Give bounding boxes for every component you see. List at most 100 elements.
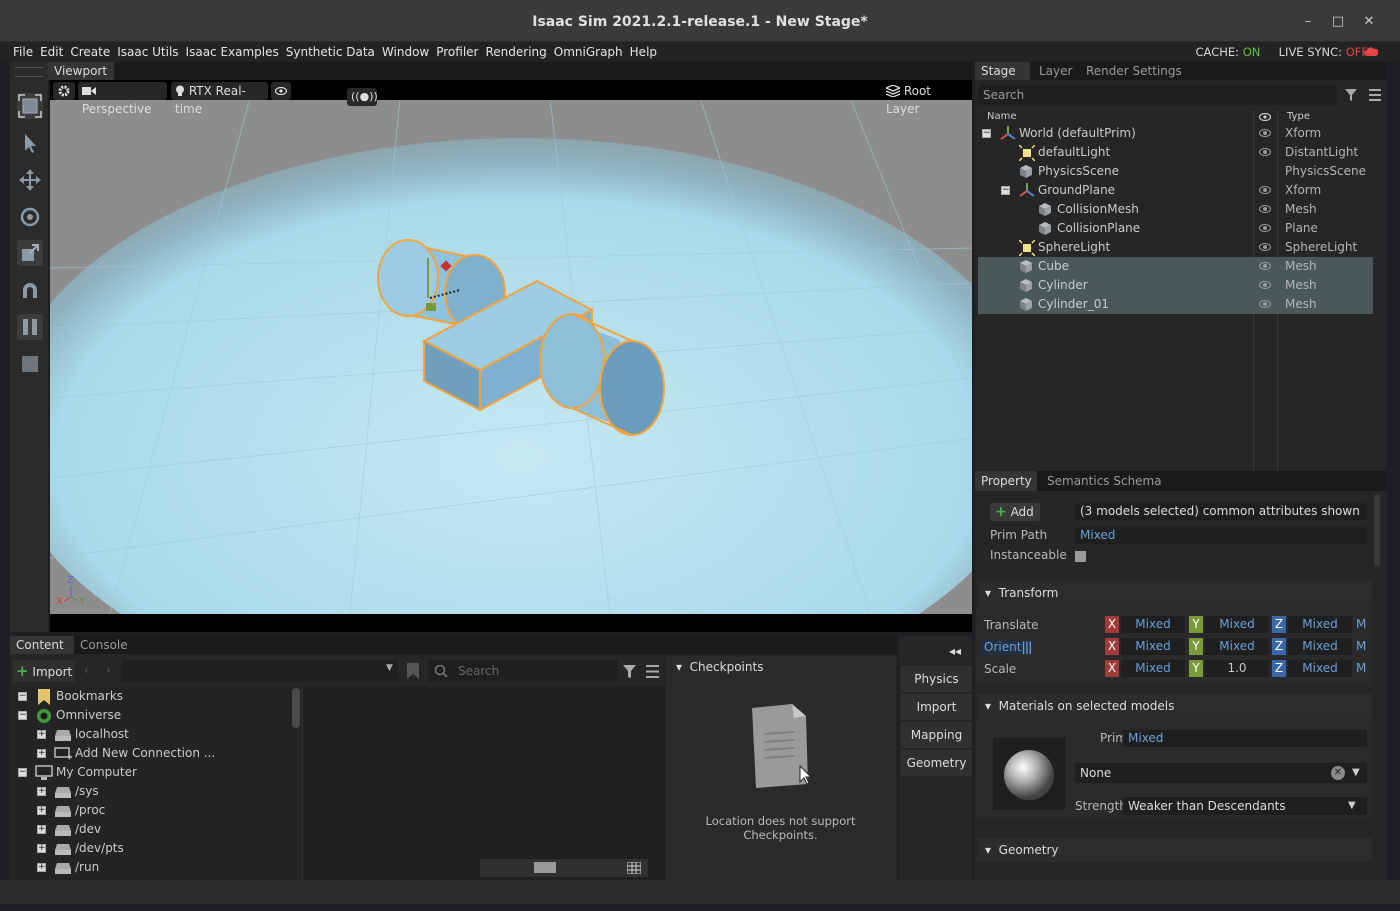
collapse-toggle-icon[interactable]: + [37, 787, 46, 796]
menu-window[interactable]: Window [379, 42, 433, 62]
collapse-toggle-icon[interactable]: − [18, 692, 27, 701]
chevron-down-icon[interactable]: ▼ [386, 663, 393, 673]
menu-isaac-utils[interactable]: Isaac Utils [114, 42, 182, 62]
orient-mixed-marker[interactable]: M [1356, 638, 1366, 655]
stage-row-physicsscene[interactable]: PhysicsScene PhysicsScene [978, 162, 1373, 181]
stage-row-world-defaultprim[interactable]: − World (defaultPrim) Xform [978, 124, 1373, 143]
content-tree-item[interactable]: + localhost [10, 725, 290, 744]
visibility-eye-icon[interactable] [1259, 300, 1271, 308]
cache-value[interactable]: ON [1243, 45, 1261, 59]
material-prim-field[interactable]: Mixed [1123, 730, 1367, 747]
menu-profiler[interactable]: Profiler [433, 42, 482, 62]
collapse-toggle-icon[interactable]: − [982, 129, 991, 138]
tab-stage[interactable]: Stage [975, 62, 1030, 80]
visibility-eye-icon[interactable] [1259, 205, 1271, 213]
visibility-eye-icon[interactable] [1259, 243, 1271, 251]
collapse-toggle-icon[interactable]: − [1001, 186, 1010, 195]
tab-semantics-schema-editor[interactable]: Semantics Schema Editor [1041, 471, 1183, 508]
translate-mixed-marker[interactable]: M [1356, 616, 1366, 633]
strength-select[interactable]: Weaker than Descendants ▼ [1123, 797, 1367, 815]
stage-row-spherelight[interactable]: SphereLight SphereLight [978, 238, 1373, 257]
import-button[interactable]: + Import [13, 660, 75, 682]
content-tree-item[interactable]: + /dev [10, 820, 290, 839]
close-button[interactable]: ✕ [1359, 12, 1379, 32]
grip-handle[interactable] [15, 67, 43, 77]
stage-search-input[interactable]: Search [978, 85, 1337, 105]
collapse-toggle-icon[interactable]: + [37, 825, 46, 834]
materials-section-header[interactable]: ▾ Materials on selected models [977, 694, 1372, 718]
prim-path-field[interactable]: Mixed [1075, 527, 1367, 544]
content-tree-item[interactable]: + Add New Connection ... [10, 744, 290, 763]
stage-row-cylinder-01[interactable]: Cylinder_01 Mesh [978, 295, 1373, 314]
broadcast-button[interactable]: ((●)) [347, 88, 378, 106]
stage-row-collisionmesh[interactable]: CollisionMesh Mesh [978, 200, 1373, 219]
instanceable-checkbox[interactable] [1075, 551, 1086, 562]
viewport-settings-gear-icon[interactable] [53, 82, 75, 100]
move-tool-icon[interactable] [17, 167, 43, 193]
import-side-button[interactable]: Import [901, 694, 972, 720]
collapse-toggle-icon[interactable]: − [18, 711, 27, 720]
content-search-input[interactable]: Search [428, 660, 618, 682]
scale-mixed-marker[interactable]: M [1356, 660, 1366, 677]
back-arrow-icon[interactable]: ‹ [84, 663, 89, 677]
collapse-toggle-icon[interactable]: + [37, 730, 46, 739]
select-mode-icon[interactable] [17, 93, 43, 119]
grid-view-icon[interactable] [627, 862, 641, 874]
property-scrollbar[interactable] [1374, 494, 1380, 566]
viewport[interactable]: Perspective RTX Real-time ((●)) Root Lay… [50, 80, 972, 632]
renderer-dropdown[interactable]: RTX Real-time [171, 82, 268, 116]
mapping-button[interactable]: Mapping [901, 722, 972, 748]
add-button[interactable]: + Add [990, 503, 1040, 521]
filter-icon[interactable] [1345, 89, 1357, 101]
content-tree-item[interactable]: + /dev/pts [10, 839, 290, 858]
scene-render[interactable] [50, 98, 972, 614]
menu-synthetic-data[interactable]: Synthetic Data [283, 42, 379, 62]
cloud-icon[interactable] [1364, 46, 1378, 57]
snap-magnet-icon[interactable] [17, 278, 43, 304]
collapse-panel-icon[interactable]: ◂◂ [949, 644, 961, 658]
tab-content[interactable]: Content [10, 636, 74, 654]
tab-render-settings[interactable]: Render Settings [1080, 62, 1190, 80]
tab-console[interactable]: Console [74, 636, 134, 654]
scale-tool-icon[interactable] [17, 240, 43, 266]
zoom-slider-thumb[interactable] [534, 862, 556, 873]
stage-menu-icon[interactable] [1369, 89, 1381, 101]
bookmark-icon[interactable] [407, 663, 419, 679]
scale-z-field[interactable]: Mixed [1288, 660, 1352, 677]
collapse-toggle-icon[interactable]: + [37, 863, 46, 872]
checkpoints-header[interactable]: ▾ Checkpoints [676, 660, 763, 674]
translate-x-field[interactable]: Mixed [1121, 616, 1185, 633]
translate-y-field[interactable]: Mixed [1205, 616, 1269, 633]
menu-isaac-examples[interactable]: Isaac Examples [183, 42, 283, 62]
visibility-eye-icon[interactable] [1259, 148, 1271, 156]
menu-file[interactable]: File [10, 42, 37, 62]
forward-arrow-icon[interactable]: › [106, 663, 111, 677]
visibility-eye-icon[interactable] [1259, 262, 1271, 270]
maximize-button[interactable]: □ [1328, 12, 1348, 32]
chevron-down-icon[interactable]: ▼ [1348, 797, 1356, 815]
content-tree-item[interactable]: + /sys [10, 782, 290, 801]
pause-icon[interactable] [17, 314, 43, 340]
content-tree-item[interactable]: − My Computer [10, 763, 290, 782]
stage-row-defaultlight[interactable]: defaultLight DistantLight [978, 143, 1373, 162]
visibility-eye-icon[interactable] [271, 82, 291, 100]
menu-help[interactable]: Help [627, 42, 661, 62]
minimize-button[interactable]: – [1298, 12, 1318, 32]
chevron-down-icon[interactable]: ▼ [1352, 763, 1360, 783]
content-tree-item[interactable]: + /run [10, 858, 290, 877]
orient-z-field[interactable]: Mixed [1288, 638, 1352, 655]
stage-row-cube[interactable]: Cube Mesh [978, 257, 1373, 276]
path-input[interactable]: ▼ [122, 660, 398, 682]
pointer-tool-icon[interactable] [17, 130, 43, 156]
camera-dropdown[interactable]: Perspective [78, 82, 167, 116]
translate-z-field[interactable]: Mixed [1288, 616, 1352, 633]
menu-edit[interactable]: Edit [37, 42, 67, 62]
filter-icon[interactable] [623, 665, 636, 678]
root-layer-button[interactable]: Root Layer [882, 82, 968, 116]
tab-viewport[interactable]: Viewport [48, 62, 114, 80]
collapse-toggle-icon[interactable]: + [37, 749, 46, 758]
material-select[interactable]: None ✕ ▼ [1075, 763, 1367, 783]
stage-row-collisionplane[interactable]: CollisionPlane Plane [978, 219, 1373, 238]
visibility-eye-icon[interactable] [1259, 186, 1271, 194]
geometry-button[interactable]: Geometry [901, 750, 972, 776]
